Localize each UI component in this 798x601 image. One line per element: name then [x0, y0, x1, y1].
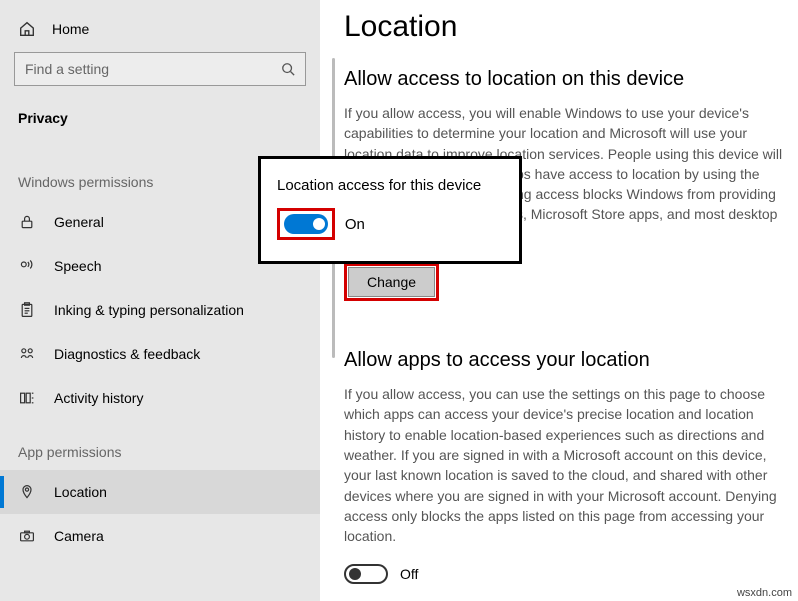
search-icon [281, 62, 295, 76]
nav-label: Diagnostics & feedback [54, 346, 200, 362]
group-app-permissions: App permissions [0, 420, 320, 470]
search-input[interactable] [25, 61, 281, 77]
page-title: Location [344, 10, 798, 44]
popup-title: Location access for this device [277, 177, 503, 194]
sidebar-item-camera[interactable]: Camera [0, 514, 320, 558]
nav-label: Activity history [54, 390, 143, 406]
home-nav[interactable]: Home [0, 12, 320, 52]
location-access-popup: Location access for this device On [258, 156, 522, 264]
apps-location-toggle[interactable] [344, 564, 388, 584]
home-label: Home [52, 21, 89, 37]
device-location-toggle[interactable] [284, 214, 328, 234]
sidebar-item-location[interactable]: Location [0, 470, 320, 514]
section2-title: Allow apps to access your location [344, 349, 798, 372]
clipboard-icon [18, 301, 36, 319]
change-highlight: Change [344, 263, 439, 301]
apps-toggle-row: Off [344, 564, 798, 584]
change-button[interactable]: Change [348, 267, 435, 297]
toggle-off-label: Off [400, 566, 418, 582]
home-icon [18, 20, 36, 38]
nav-label: Location [54, 484, 107, 500]
search-box[interactable] [14, 52, 306, 86]
activity-icon [18, 389, 36, 407]
speech-icon [18, 257, 36, 275]
category-header: Privacy [0, 104, 320, 150]
nav-label: Speech [54, 258, 101, 274]
sidebar-item-activity[interactable]: Activity history [0, 376, 320, 420]
section1-title: Allow access to location on this device [344, 68, 798, 91]
nav-label: Inking & typing personalization [54, 302, 244, 318]
sidebar-item-inking[interactable]: Inking & typing personalization [0, 288, 320, 332]
section2-body: If you allow access, you can use the set… [344, 384, 784, 546]
toggle-highlight [277, 208, 335, 240]
main-content: Location Allow access to location on thi… [320, 0, 798, 601]
toggle-on-label: On [345, 216, 365, 233]
nav-label: Camera [54, 528, 104, 544]
sidebar: Home Privacy Windows permissions General… [0, 0, 320, 601]
feedback-icon [18, 345, 36, 363]
lock-icon [18, 213, 36, 231]
camera-icon [18, 527, 36, 545]
location-icon [18, 483, 36, 501]
sidebar-item-diagnostics[interactable]: Diagnostics & feedback [0, 332, 320, 376]
nav-label: General [54, 214, 104, 230]
watermark: wsxdn.com [737, 587, 792, 599]
